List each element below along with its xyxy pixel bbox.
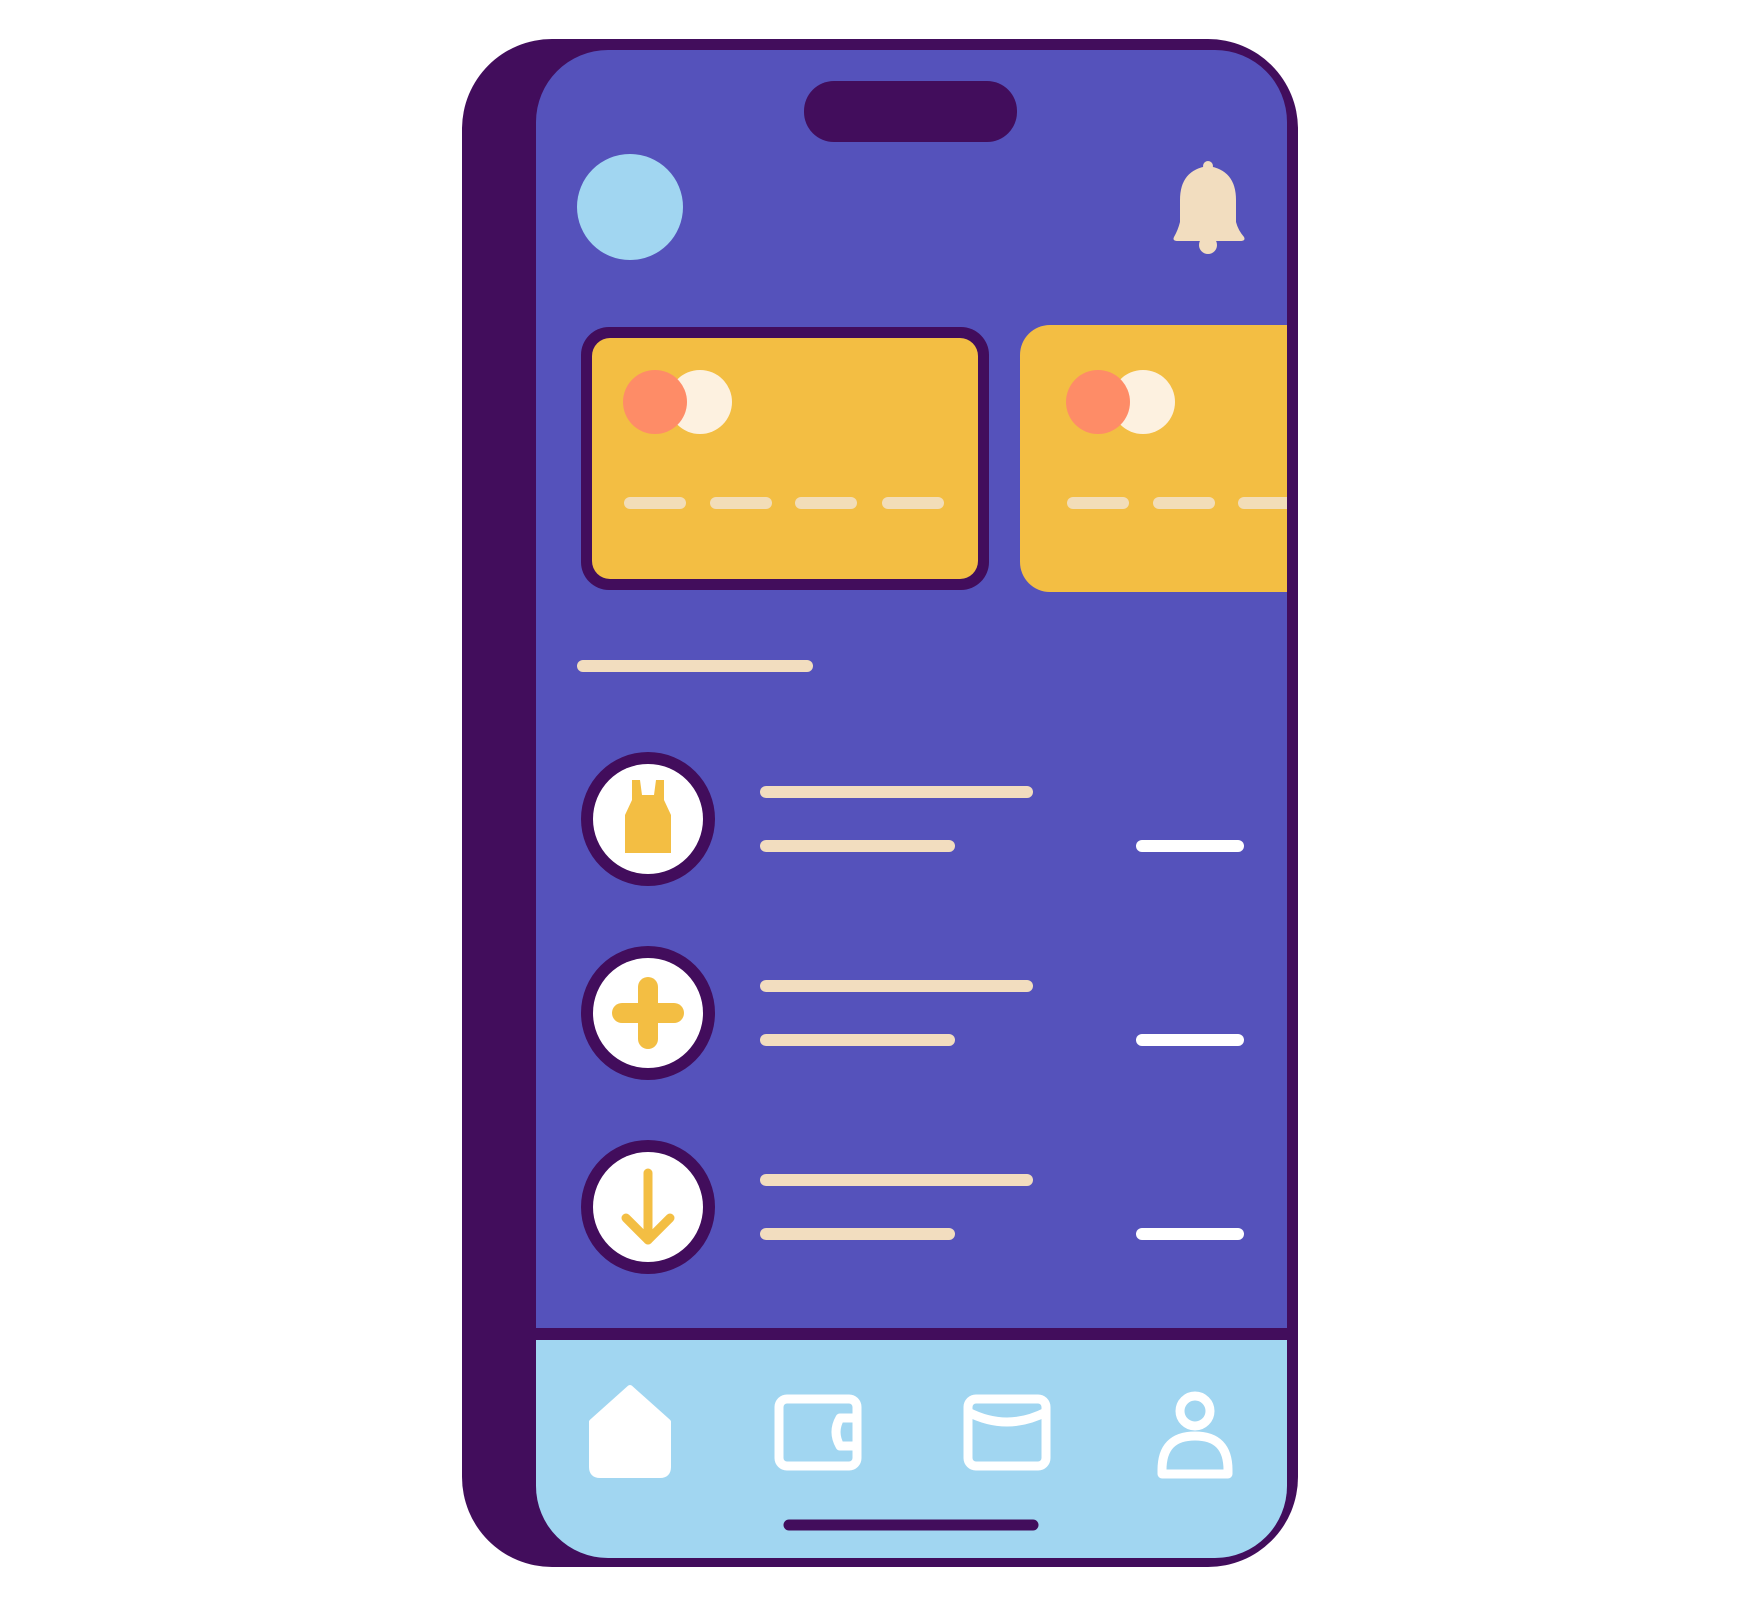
mastercard-logo [623,370,732,434]
card-1[interactable] [581,327,989,590]
phone-illustration [462,39,1298,1567]
avatar[interactable] [577,154,683,260]
mastercard-logo [1066,370,1175,434]
dynamic-island [804,81,1017,142]
